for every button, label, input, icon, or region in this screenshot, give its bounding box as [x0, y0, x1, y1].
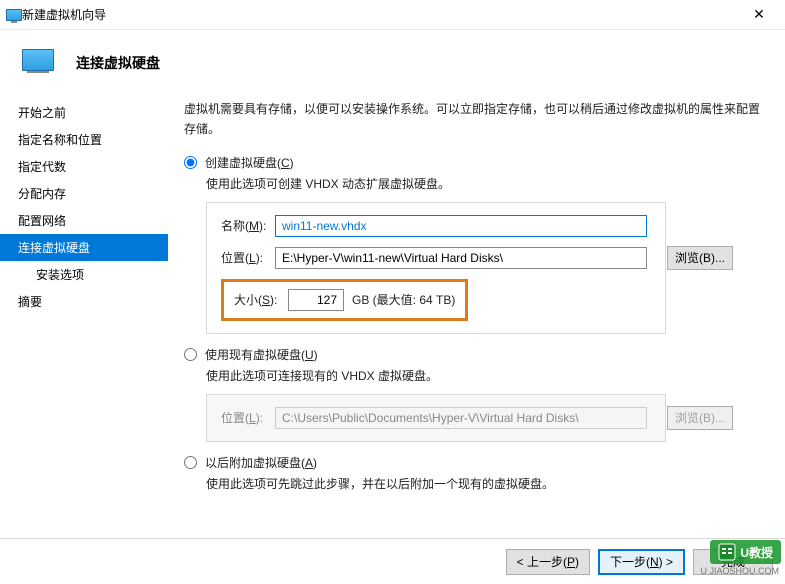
- page-title: 连接虚拟硬盘: [76, 53, 160, 73]
- wizard-icon: [22, 49, 58, 77]
- wizard-footer: < 上一步(P) 下一步(N) > 完成: [0, 538, 785, 584]
- create-vhd-form: 名称(M): 位置(L): 浏览(B)... 大小(S): GB (最大值: 6…: [206, 202, 666, 334]
- existing-vhd-form: 位置(L): 浏览(B)...: [206, 394, 666, 442]
- browse-existing-button: 浏览(B)...: [667, 406, 733, 430]
- step-vhd[interactable]: 连接虚拟硬盘: [0, 234, 168, 261]
- step-summary[interactable]: 摘要: [0, 288, 168, 315]
- step-network[interactable]: 配置网络: [0, 207, 168, 234]
- radio-create-vhd[interactable]: [184, 156, 197, 169]
- step-begin[interactable]: 开始之前: [0, 99, 168, 126]
- watermark-url: U JIAOSHOU.COM: [700, 566, 779, 576]
- vhd-location-input[interactable]: [275, 247, 647, 269]
- watermark-badge: U教授: [710, 540, 781, 564]
- window-title: 新建虚拟机向导: [22, 6, 739, 23]
- radio-use-existing-label: 使用现有虚拟硬盘(U): [205, 346, 318, 363]
- wizard-header: 连接虚拟硬盘: [0, 30, 785, 95]
- hint-use-existing: 使用此选项可连接现有的 VHDX 虚拟硬盘。: [184, 367, 761, 384]
- watermark-text: U教授: [740, 544, 773, 561]
- existing-location-label: 位置(L):: [221, 409, 275, 426]
- size-highlight-box: 大小(S): GB (最大值: 64 TB): [221, 279, 468, 321]
- radio-attach-later-label: 以后附加虚拟硬盘(A): [205, 454, 317, 471]
- titlebar: 新建虚拟机向导 ✕: [0, 0, 785, 30]
- size-label: 大小(S):: [234, 291, 288, 308]
- prev-button[interactable]: < 上一步(P): [506, 549, 590, 575]
- close-icon[interactable]: ✕: [739, 6, 779, 23]
- watermark-icon: [718, 543, 736, 561]
- next-button[interactable]: 下一步(N) >: [598, 549, 685, 575]
- option-attach-later: 以后附加虚拟硬盘(A) 使用此选项可先跳过此步骤，并在以后附加一个现有的虚拟硬盘…: [184, 454, 761, 492]
- step-generation[interactable]: 指定代数: [0, 153, 168, 180]
- vhd-name-input[interactable]: [275, 215, 647, 237]
- hint-attach-later: 使用此选项可先跳过此步骤，并在以后附加一个现有的虚拟硬盘。: [184, 475, 761, 492]
- step-install-options[interactable]: 安装选项: [0, 261, 168, 288]
- vhd-size-input[interactable]: [288, 289, 344, 311]
- option-create-vhd: 创建虚拟硬盘(C) 使用此选项可创建 VHDX 动态扩展虚拟硬盘。 名称(M):…: [184, 154, 761, 334]
- step-memory[interactable]: 分配内存: [0, 180, 168, 207]
- wizard-content: 虚拟机需要具有存储，以便可以安装操作系统。可以立即指定存储，也可以稍后通过修改虚…: [168, 95, 785, 535]
- radio-use-existing[interactable]: [184, 348, 197, 361]
- browse-button[interactable]: 浏览(B)...: [667, 246, 733, 270]
- wizard-steps: 开始之前 指定名称和位置 指定代数 分配内存 配置网络 连接虚拟硬盘 安装选项 …: [0, 95, 168, 535]
- radio-attach-later[interactable]: [184, 456, 197, 469]
- size-suffix: GB (最大值: 64 TB): [352, 291, 455, 308]
- radio-create-vhd-label: 创建虚拟硬盘(C): [205, 154, 294, 171]
- step-name-location[interactable]: 指定名称和位置: [0, 126, 168, 153]
- app-icon: [6, 9, 22, 21]
- description-text: 虚拟机需要具有存储，以便可以安装操作系统。可以立即指定存储，也可以稍后通过修改虚…: [184, 99, 761, 140]
- existing-location-input: [275, 407, 647, 429]
- location-label: 位置(L):: [221, 249, 275, 266]
- hint-create-vhd: 使用此选项可创建 VHDX 动态扩展虚拟硬盘。: [184, 175, 761, 192]
- name-label: 名称(M):: [221, 217, 275, 234]
- option-use-existing: 使用现有虚拟硬盘(U) 使用此选项可连接现有的 VHDX 虚拟硬盘。 位置(L)…: [184, 346, 761, 442]
